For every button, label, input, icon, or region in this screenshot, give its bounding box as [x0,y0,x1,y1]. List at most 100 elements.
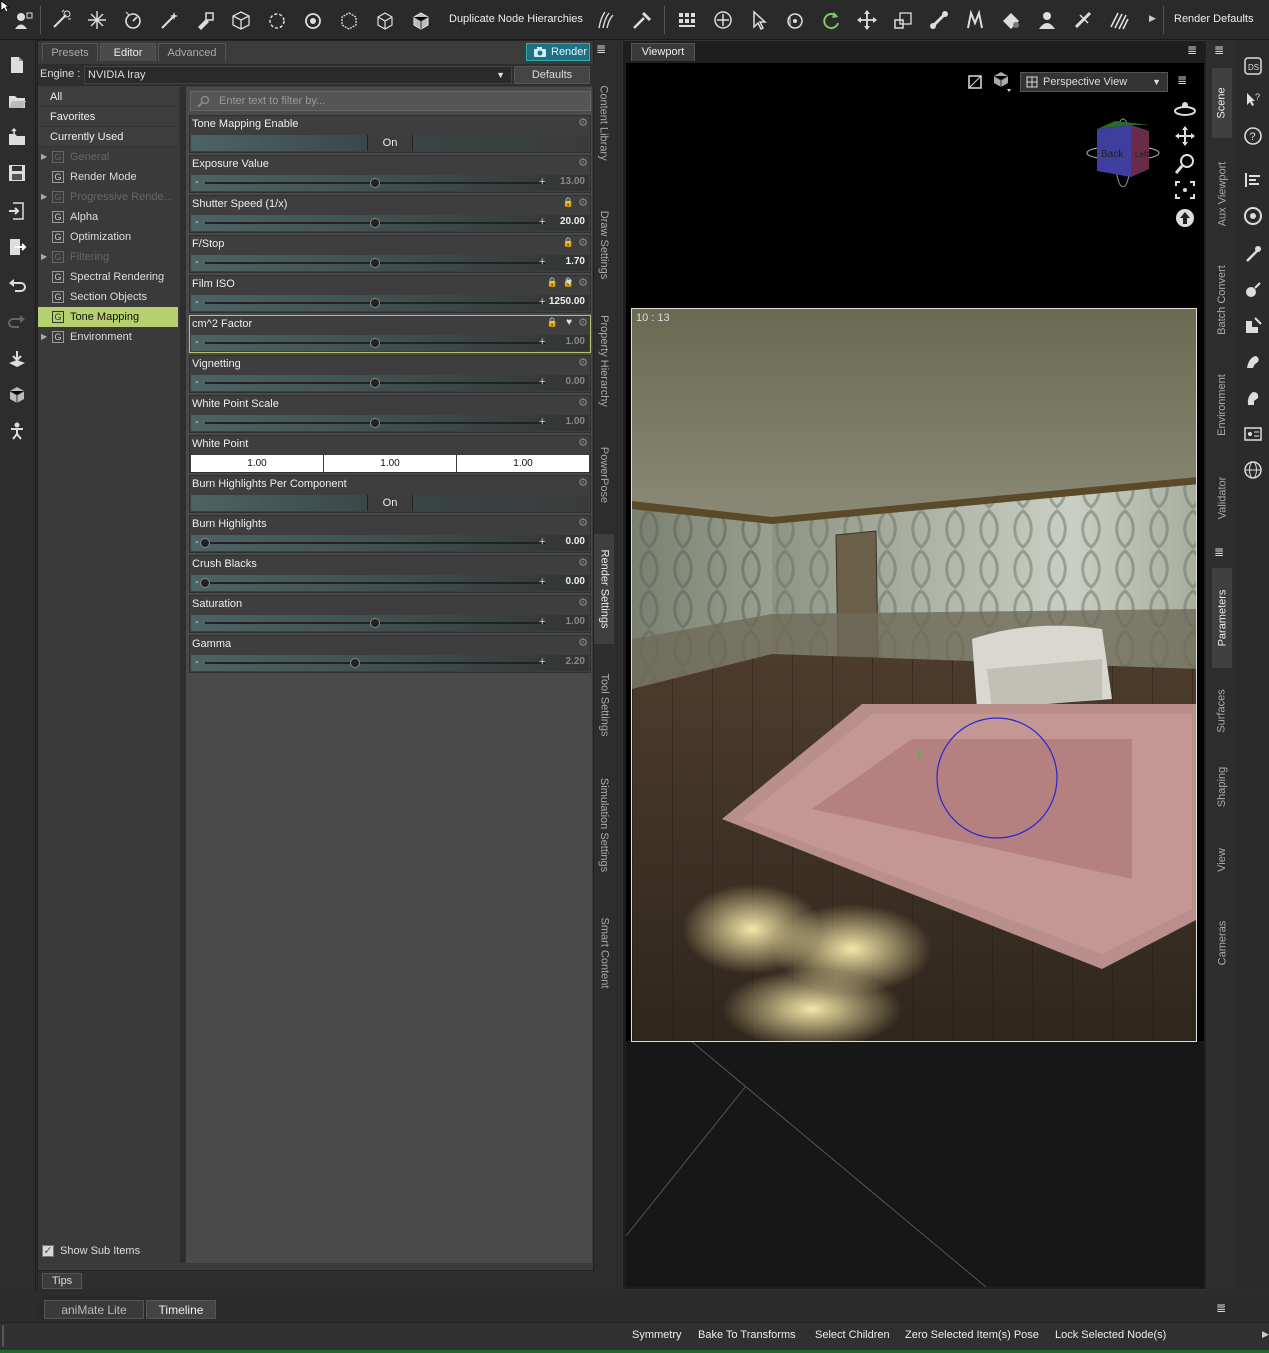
param-slider[interactable]: - +1250.00 [191,295,589,311]
tab-editor[interactable]: Editor [100,43,156,61]
increment-icon[interactable]: + [539,416,545,428]
gear-icon[interactable]: ⚙ [577,477,589,489]
expand-arrow-icon[interactable]: ▶ [41,247,47,267]
frame-selection-icon[interactable] [1173,179,1197,201]
tab-parameters[interactable]: Parameters [1212,568,1232,668]
slider-knob[interactable] [370,378,380,388]
param-value[interactable]: 20.00 [560,216,585,227]
param-value[interactable]: 1.00 [566,416,585,427]
tab-batch-convert[interactable]: Batch Convert [1212,250,1232,350]
engine-select[interactable]: NVIDIA Iray ▼ [84,66,512,84]
slider-knob[interactable] [370,418,380,428]
tab-aux-viewport[interactable]: Aux Viewport [1212,144,1232,244]
white-point-channel[interactable]: 1.00 [191,455,323,472]
slider-knob[interactable] [200,538,210,548]
decrement-icon[interactable]: - [195,576,199,588]
open-folder-icon[interactable] [4,88,30,114]
decrement-icon[interactable]: - [195,416,199,428]
decrement-icon[interactable]: - [195,296,199,308]
bar-overflow-arrow-icon[interactable]: ▶ [1262,1329,1269,1340]
morph-icon[interactable] [1243,280,1263,300]
view-cube[interactable]: Back Left [1083,111,1163,187]
redo-icon[interactable] [4,308,30,334]
universal-tool-icon[interactable] [710,8,736,32]
surface-tool-icon[interactable] [998,8,1024,32]
gear-icon[interactable]: ⚙ [577,237,589,249]
lock-icon[interactable]: 🔒 [547,277,558,288]
reset-view-icon[interactable] [1173,207,1197,229]
duplicate-node-hierarchies-button[interactable]: Duplicate Node Hierarchies [449,13,583,25]
lock-icon[interactable]: 🔒 [563,237,574,248]
group-general[interactable]: ▶ G General [38,147,178,167]
render-button[interactable]: Render [526,43,590,61]
param-slider[interactable]: - +0.00 [191,375,589,391]
merge-folder-icon[interactable] [4,124,30,150]
param-value[interactable]: 0.00 [566,576,585,587]
decrement-icon[interactable]: - [195,176,199,188]
morph-tool-icon[interactable] [962,8,988,32]
globe-icon[interactable] [1243,460,1263,480]
gear-icon[interactable]: ⚙ [577,397,589,409]
align-icon[interactable] [1243,170,1263,190]
viewport-options-icon[interactable]: ≣ [1177,73,1193,89]
favorite-heart-icon[interactable]: ♥ [566,277,572,288]
tab-validator[interactable]: Validator [1212,458,1232,538]
parameters-dock-menu-icon[interactable]: ≣ [1214,545,1230,561]
figure-settle-icon[interactable] [4,382,30,408]
gear-icon[interactable]: ⚙ [577,277,589,289]
increment-icon[interactable]: + [539,296,545,308]
group-section-objects[interactable]: G Section Objects [38,287,178,307]
pose-tool-icon[interactable] [1243,244,1263,264]
render-defaults-button[interactable]: Render Defaults [1174,13,1254,25]
figure-edit-icon[interactable] [1243,316,1263,336]
orbit-tool-icon[interactable] [782,8,808,32]
dial-tool-icon[interactable] [120,8,146,32]
param-value[interactable]: 1.70 [566,256,585,267]
viewport-menu-icon[interactable]: ≣ [1187,43,1203,59]
question-icon[interactable]: ? [1243,126,1263,146]
decrement-icon[interactable]: - [195,256,199,268]
wand-tool-icon[interactable] [156,8,182,32]
increment-icon[interactable]: + [539,376,545,388]
tab-environment[interactable]: Environment [1212,360,1232,450]
group-spectral-rendering[interactable]: G Spectral Rendering [38,267,178,287]
param-slider[interactable]: - +1.00 [191,615,589,631]
slider-knob[interactable] [370,178,380,188]
decrement-icon[interactable]: - [195,336,199,348]
scale-tool-icon[interactable] [890,8,916,32]
group-environment[interactable]: ▶ G Environment [38,327,178,347]
tab-presets[interactable]: Presets [42,43,98,61]
translate-tool-icon[interactable] [854,8,880,32]
pins-tool-icon[interactable] [1070,8,1096,32]
drop-to-floor-icon[interactable] [4,346,30,372]
lock-icon[interactable]: 🔒 [563,197,574,208]
gear-icon[interactable]: ⚙ [577,517,589,529]
bone-tool-icon[interactable] [926,8,952,32]
expand-arrow-icon[interactable]: ▶ [41,187,47,207]
bottom-pane-menu-icon[interactable]: ≣ [1216,1301,1232,1317]
expand-arrow-icon[interactable]: ▶ [41,327,47,347]
increment-icon[interactable]: + [539,176,545,188]
lock-icon[interactable]: 🔒 [547,317,558,328]
tab-content-library[interactable]: Content Library [594,68,614,178]
pose-figure-icon[interactable] [4,418,30,444]
favorite-heart-icon[interactable]: ♥ [566,317,572,328]
import-icon[interactable] [4,198,30,224]
scene-dock-menu-icon[interactable]: ≣ [1214,43,1230,59]
white-point-channel[interactable]: 1.00 [457,455,589,472]
slider-knob[interactable] [370,618,380,628]
param-value[interactable]: 1.00 [566,336,585,347]
tab-draw-settings[interactable]: Draw Settings [594,190,614,300]
param-slider[interactable]: - +0.00 [191,535,589,551]
decrement-icon[interactable]: - [195,376,199,388]
increment-icon[interactable]: + [539,216,545,228]
pointer-tool-icon[interactable] [746,8,772,32]
ring-tool-icon[interactable] [300,8,326,32]
brush-comb-icon[interactable] [628,8,654,32]
camera-select[interactable]: Perspective View ▼ [1020,72,1168,92]
dock-menu-icon[interactable]: ≣ [596,42,612,58]
param-value[interactable]: 0.00 [566,536,585,547]
increment-icon[interactable]: + [539,536,545,548]
target-icon[interactable] [1243,206,1263,226]
node-select-tool-icon[interactable] [10,8,36,32]
